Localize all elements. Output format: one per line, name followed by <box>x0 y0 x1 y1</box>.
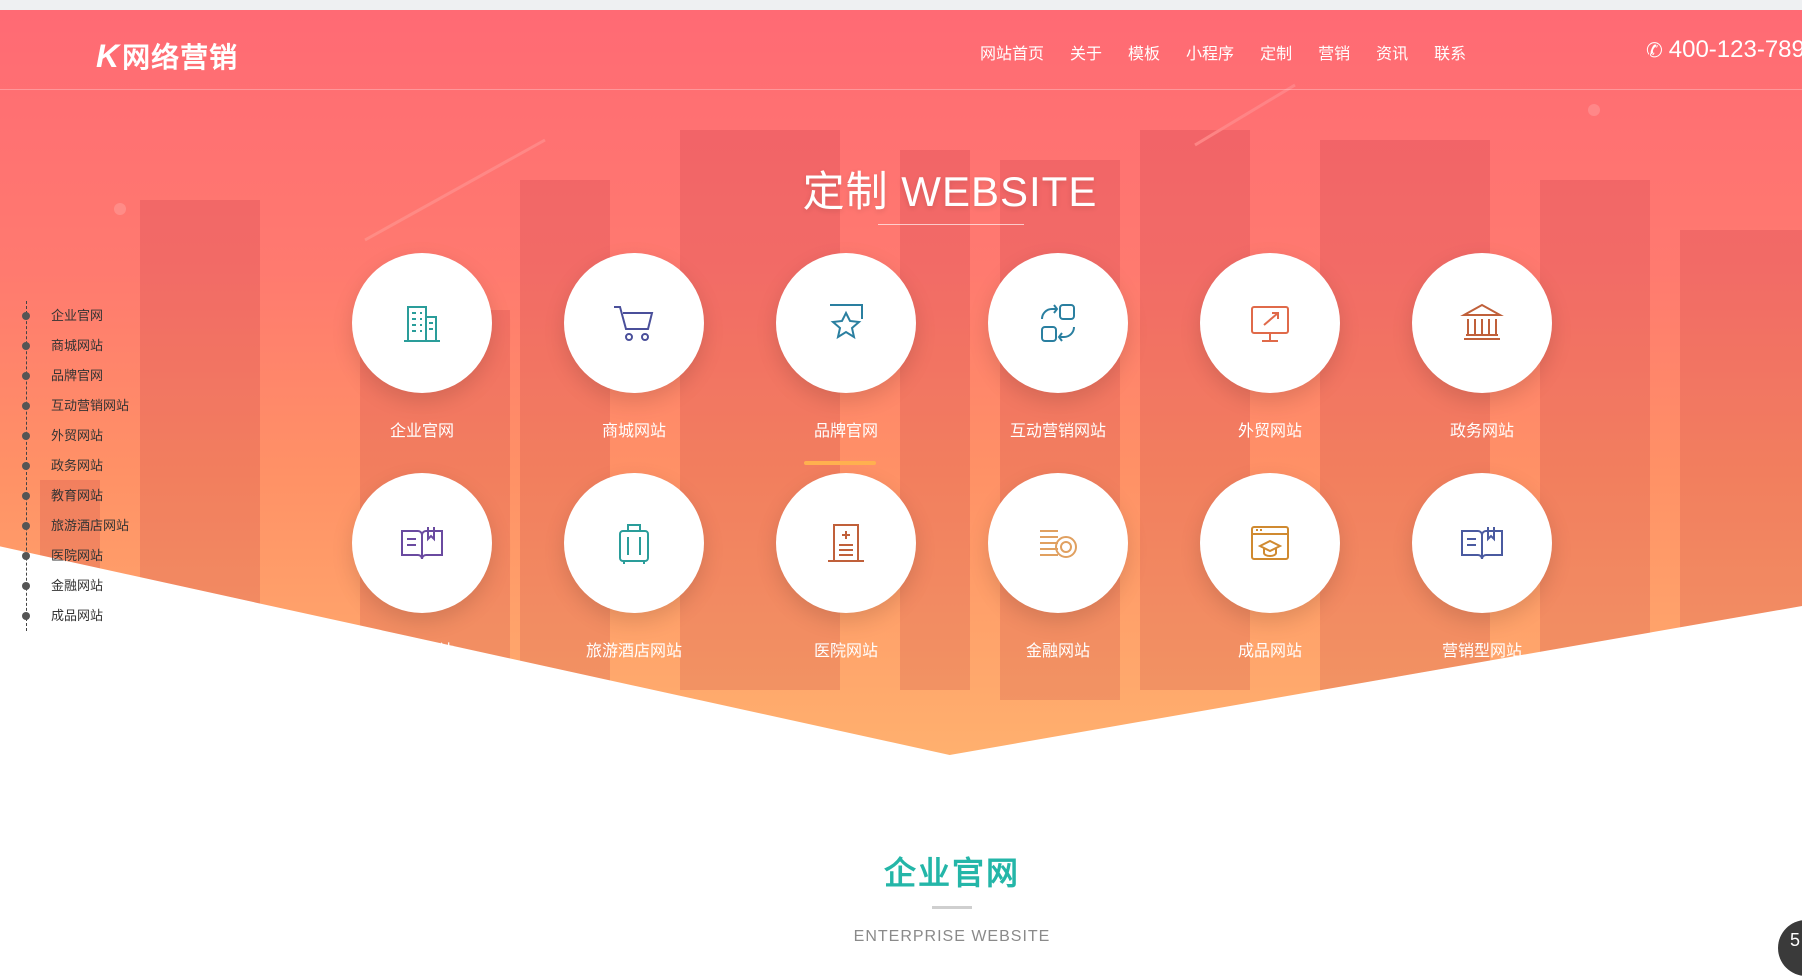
browser-top-strip <box>0 0 1802 10</box>
card-label[interactable]: 政务网站 <box>1412 417 1552 441</box>
side-nav-item[interactable]: 商城网站 <box>21 331 129 361</box>
nav-item-home[interactable]: 网站首页 <box>980 40 1044 64</box>
open-book-icon <box>1461 527 1503 560</box>
nav-item-custom[interactable]: 定制 <box>1260 40 1292 64</box>
side-nav-item[interactable]: 成品网站 <box>21 601 129 631</box>
nav-item-contact[interactable]: 联系 <box>1434 40 1466 64</box>
side-nav-item[interactable]: 政务网站 <box>21 451 129 481</box>
card-circle[interactable] <box>352 473 492 613</box>
site-logo[interactable]: K 网络营销 <box>96 36 238 76</box>
card-label[interactable]: 旅游酒店网站 <box>564 637 704 661</box>
floating-button-label: 5 <box>1790 930 1801 950</box>
card-government[interactable]: 政务网站 <box>1412 253 1552 441</box>
logo-text: 网络营销 <box>122 42 239 73</box>
side-nav-item[interactable]: 外贸网站 <box>21 421 129 451</box>
main-nav: 网站首页 关于 模板 小程序 定制 营销 资讯 联系 <box>980 40 1492 64</box>
card-ready-made[interactable]: 成品网站 <box>1200 473 1340 661</box>
card-education[interactable]: 教育网站 <box>352 473 492 661</box>
card-circle[interactable] <box>776 473 916 613</box>
nav-item-mini-program[interactable]: 小程序 <box>1186 40 1234 64</box>
header-divider <box>0 89 1802 90</box>
cart-icon <box>614 306 654 341</box>
exchange-icon <box>1041 304 1075 342</box>
hero-title: 定制 WEBSITE <box>802 168 1098 215</box>
monitor-share-icon <box>1251 306 1289 342</box>
section-subtitle: ENTERPRISE WEBSITE <box>853 928 1051 945</box>
nav-item-marketing[interactable]: 营销 <box>1318 40 1350 64</box>
side-nav-item[interactable]: 旅游酒店网站 <box>21 511 129 541</box>
card-label[interactable]: 品牌官网 <box>776 417 916 441</box>
card-label[interactable]: 外贸网站 <box>1200 417 1340 441</box>
card-circle[interactable] <box>776 253 916 393</box>
building-icon <box>404 306 440 342</box>
side-nav: 企业官网 商城网站 品牌官网 互动营销网站 外贸网站 政务网站 教育网站 旅游酒… <box>21 301 129 631</box>
hospital-icon <box>828 524 864 562</box>
card-circle[interactable] <box>1412 253 1552 393</box>
nav-item-templates[interactable]: 模板 <box>1128 40 1160 64</box>
card-circle[interactable] <box>988 253 1128 393</box>
section-divider <box>932 906 972 909</box>
phone-number: 400-123-789 <box>1668 36 1802 63</box>
card-circle[interactable] <box>988 473 1128 613</box>
side-nav-item[interactable]: 品牌官网 <box>21 361 129 391</box>
browser-cap-icon <box>1251 526 1289 560</box>
card-travel-hotel[interactable]: 旅游酒店网站 <box>564 473 704 661</box>
card-interactive[interactable]: 互动营销网站 <box>988 253 1128 441</box>
side-nav-item[interactable]: 医院网站 <box>21 541 129 571</box>
card-label[interactable]: 营销型网站 <box>1412 637 1552 661</box>
card-circle[interactable] <box>564 253 704 393</box>
card-finance[interactable]: 金融网站 <box>988 473 1128 661</box>
section-title: 企业官网 <box>883 855 1020 891</box>
card-label[interactable]: 金融网站 <box>988 637 1128 661</box>
side-nav-item[interactable]: 金融网站 <box>21 571 129 601</box>
nav-item-news[interactable]: 资讯 <box>1376 40 1408 64</box>
header-phone[interactable]: ✆ 400-123-789 <box>1646 36 1802 64</box>
logo-mark-icon: K <box>96 37 121 74</box>
card-label[interactable]: 教育网站 <box>352 637 492 661</box>
card-brand[interactable]: 品牌官网 <box>776 253 916 441</box>
card-circle[interactable] <box>1412 473 1552 613</box>
card-circle[interactable] <box>1200 253 1340 393</box>
coins-icon <box>1040 530 1077 558</box>
card-label[interactable]: 医院网站 <box>776 637 916 661</box>
side-nav-item[interactable]: 企业官网 <box>21 301 129 331</box>
nav-item-about[interactable]: 关于 <box>1070 40 1102 64</box>
hero-title-divider <box>878 224 1024 225</box>
card-label[interactable]: 商城网站 <box>564 417 704 441</box>
star-badge-icon <box>830 304 863 340</box>
card-label[interactable]: 互动营销网站 <box>988 417 1128 441</box>
side-nav-item[interactable]: 教育网站 <box>21 481 129 511</box>
government-icon <box>1460 303 1504 340</box>
card-circle[interactable] <box>352 253 492 393</box>
card-enterprise[interactable]: 企业官网 <box>352 253 492 441</box>
active-card-underline <box>804 461 876 465</box>
side-nav-item[interactable]: 互动营销网站 <box>21 391 129 421</box>
card-hospital[interactable]: 医院网站 <box>776 473 916 661</box>
open-book-icon <box>401 527 443 560</box>
card-foreign-trade[interactable]: 外贸网站 <box>1200 253 1340 441</box>
card-circle[interactable] <box>1200 473 1340 613</box>
card-label[interactable]: 成品网站 <box>1200 637 1340 661</box>
card-marketing[interactable]: 营销型网站 <box>1412 473 1552 661</box>
phone-icon: ✆ <box>1646 39 1663 62</box>
card-circle[interactable] <box>564 473 704 613</box>
suitcase-icon <box>619 524 649 564</box>
card-mall[interactable]: 商城网站 <box>564 253 704 441</box>
card-label[interactable]: 企业官网 <box>352 417 492 441</box>
